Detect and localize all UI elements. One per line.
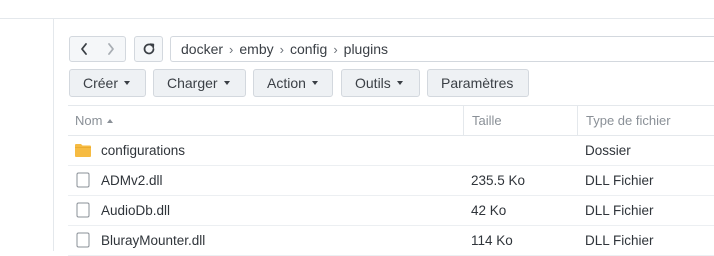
- path-bar[interactable]: docker › emby › config › plugins: [170, 36, 714, 62]
- sort-ascending-icon: [107, 118, 114, 123]
- left-navigation-pane: [0, 19, 54, 251]
- action-button[interactable]: Action: [253, 69, 333, 97]
- column-header-type-label: Type de fichier: [586, 113, 671, 128]
- tools-button-label: Outils: [355, 75, 391, 91]
- settings-button[interactable]: Paramètres: [427, 69, 529, 97]
- path-separator: ›: [229, 41, 234, 57]
- refresh-button[interactable]: [134, 36, 163, 62]
- column-header-name[interactable]: Nom: [75, 106, 114, 135]
- chevron-right-icon: [108, 43, 114, 55]
- file-name: AudioDb.dll: [101, 203, 171, 218]
- tools-button[interactable]: Outils: [341, 69, 420, 97]
- file-table: Nom Taille Type de fichier configuration…: [68, 105, 714, 256]
- action-button-label: Action: [267, 75, 306, 91]
- column-header-type[interactable]: Type de fichier: [577, 106, 671, 135]
- path-segment-emby[interactable]: emby: [239, 41, 273, 57]
- top-strip: [0, 0, 714, 19]
- settings-button-label: Paramètres: [441, 75, 514, 91]
- file-type: DLL Fichier: [585, 173, 654, 188]
- path-segment-plugins[interactable]: plugins: [344, 41, 388, 57]
- file-type: Dossier: [585, 143, 631, 158]
- file-size: 42 Ko: [471, 203, 507, 218]
- column-header-size[interactable]: Taille: [463, 106, 502, 135]
- file-type: DLL Fichier: [585, 203, 654, 218]
- file-name: ADMv2.dll: [101, 173, 163, 188]
- caret-down-icon: [311, 81, 318, 85]
- column-header-name-label: Nom: [75, 113, 103, 128]
- back-button[interactable]: [69, 36, 98, 62]
- path-segment-docker[interactable]: docker: [181, 41, 223, 57]
- path-segment-config[interactable]: config: [290, 41, 327, 57]
- file-name: configurations: [101, 143, 186, 158]
- table-header: Nom Taille Type de fichier: [68, 105, 714, 136]
- file-size: 235.5 Ko: [471, 173, 526, 188]
- file-browser: docker › emby › config › plugins Créer C…: [54, 19, 714, 256]
- forward-button[interactable]: [97, 36, 126, 62]
- create-button-label: Créer: [83, 75, 119, 91]
- caret-down-icon: [396, 81, 403, 85]
- table-row[interactable]: AudioDb.dll 42 Ko DLL Fichier: [68, 196, 714, 226]
- folder-icon: [75, 144, 91, 157]
- caret-down-icon: [124, 81, 131, 85]
- file-icon: [76, 202, 90, 218]
- caret-down-icon: [223, 81, 230, 85]
- upload-button-label: Charger: [167, 75, 218, 91]
- file-icon: [76, 232, 90, 248]
- file-icon: [76, 172, 90, 188]
- upload-button[interactable]: Charger: [153, 69, 246, 97]
- table-row[interactable]: ADMv2.dll 235.5 Ko DLL Fichier: [68, 166, 714, 196]
- table-row[interactable]: configurations Dossier: [68, 136, 714, 166]
- path-separator: ›: [279, 41, 284, 57]
- create-button[interactable]: Créer: [69, 69, 146, 97]
- table-row[interactable]: BlurayMounter.dll 114 Ko DLL Fichier: [68, 226, 714, 256]
- refresh-icon: [143, 43, 154, 55]
- chevron-left-icon: [80, 43, 87, 55]
- column-header-size-label: Taille: [472, 113, 502, 128]
- path-separator: ›: [333, 41, 338, 57]
